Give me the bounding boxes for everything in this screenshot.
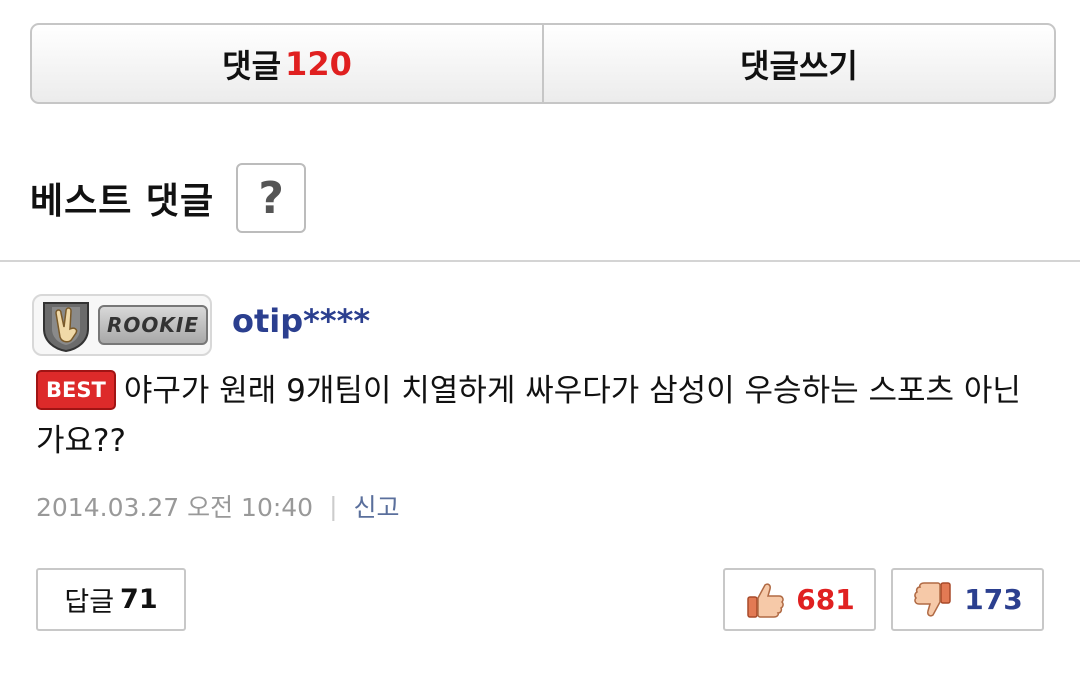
like-count: 681 bbox=[796, 583, 855, 616]
rookie-badge-label: ROOKIE bbox=[98, 305, 208, 345]
best-comments-title: 베스트 댓글 bbox=[30, 181, 215, 222]
victory-hand-icon bbox=[43, 302, 89, 353]
reply-button[interactable]: 답글 71 bbox=[36, 568, 186, 631]
reply-count: 71 bbox=[120, 584, 158, 615]
tab-comments-label: 댓글 bbox=[222, 46, 282, 85]
comment-tabs: 댓글 120 댓글쓰기 bbox=[30, 23, 1056, 104]
thumbs-up-icon bbox=[747, 582, 785, 618]
comment-body: BEST 야구가 원래 9개팀이 치열하게 싸우다가 삼성이 우승하는 스포츠 아… bbox=[36, 366, 1036, 466]
dislike-count: 173 bbox=[964, 583, 1023, 616]
meta-separator: | bbox=[329, 491, 338, 521]
tab-write-comment[interactable]: 댓글쓰기 bbox=[542, 25, 1054, 102]
dislike-button[interactable]: 173 bbox=[891, 568, 1044, 631]
report-link[interactable]: 신고 bbox=[354, 488, 400, 524]
tab-write-label: 댓글쓰기 bbox=[740, 46, 858, 85]
comment-text: 야구가 원래 9개팀이 치열하게 싸우다가 삼성이 우승하는 스포츠 아닌가요?… bbox=[36, 373, 1021, 459]
best-tag: BEST bbox=[36, 370, 116, 410]
question-mark-icon: ? bbox=[258, 172, 284, 224]
rookie-badge: ROOKIE bbox=[32, 294, 212, 356]
comment-username[interactable]: otip**** bbox=[232, 302, 370, 340]
reply-label: 답글 bbox=[64, 587, 115, 618]
help-button[interactable]: ? bbox=[236, 163, 307, 233]
best-comments-header: 베스트 댓글 ? bbox=[30, 163, 307, 233]
tab-comments[interactable]: 댓글 120 bbox=[32, 25, 542, 102]
like-button[interactable]: 681 bbox=[723, 568, 876, 631]
comment-meta: 2014.03.27 오전 10:40 | 신고 bbox=[36, 488, 400, 524]
comment-timestamp: 2014.03.27 오전 10:40 bbox=[36, 493, 314, 522]
section-divider bbox=[0, 260, 1080, 262]
comment-count: 120 bbox=[285, 44, 352, 83]
thumbs-down-icon bbox=[914, 581, 952, 617]
